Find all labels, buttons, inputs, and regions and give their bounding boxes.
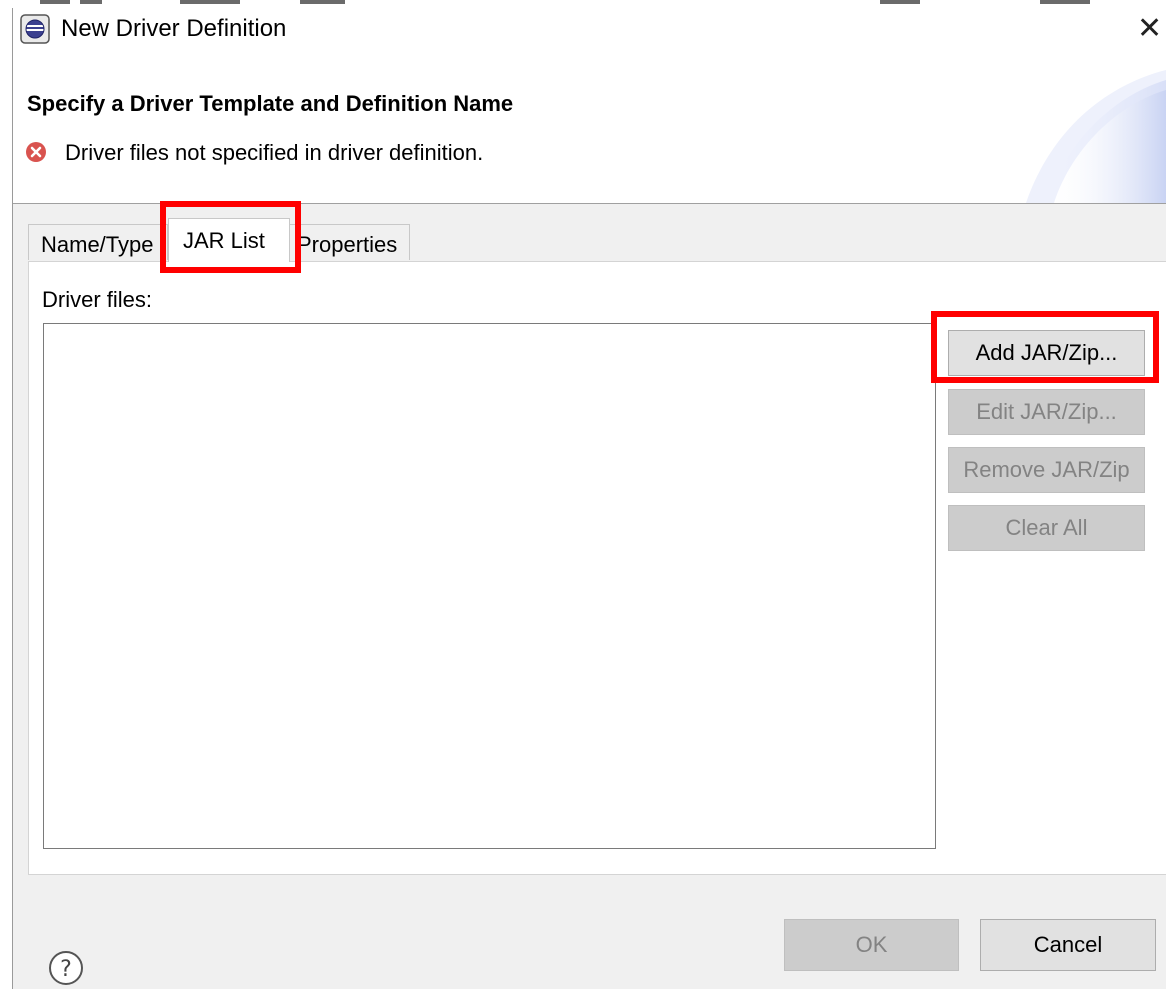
error-icon [26,142,46,162]
banner-decoration [1026,70,1166,203]
tab-properties[interactable]: Properties [288,224,410,260]
tab-label: JAR List [183,228,265,253]
error-message: Driver files not specified in driver def… [65,140,484,165]
clear-all-button[interactable]: Clear All [948,505,1145,551]
tab-label: Properties [297,232,398,257]
edit-jar-zip-button[interactable]: Edit JAR/Zip... [948,389,1145,435]
add-jar-zip-button[interactable]: Add JAR/Zip... [948,330,1145,376]
tab-jar-list[interactable]: JAR List [168,218,290,262]
remove-jar-zip-button[interactable]: Remove JAR/Zip [948,447,1145,493]
help-icon[interactable]: ? [48,950,84,986]
background-window-strip [0,0,1166,8]
eclipse-datasource-icon [20,14,50,44]
help-glyph: ? [60,957,72,982]
cancel-button[interactable]: Cancel [980,919,1156,971]
tab-name-type[interactable]: Name/Type [28,224,168,260]
banner-title: Specify a Driver Template and Definition… [27,91,514,116]
driver-files-list[interactable] [43,323,936,849]
window-title: New Driver Definition [61,15,287,42]
driver-files-label: Driver files: [42,287,153,312]
tab-label: Name/Type [41,232,154,257]
close-button[interactable]: ✕ [1137,14,1162,44]
ok-button[interactable]: OK [784,919,959,971]
wizard-banner: Specify a Driver Template and Definition… [13,70,1166,204]
